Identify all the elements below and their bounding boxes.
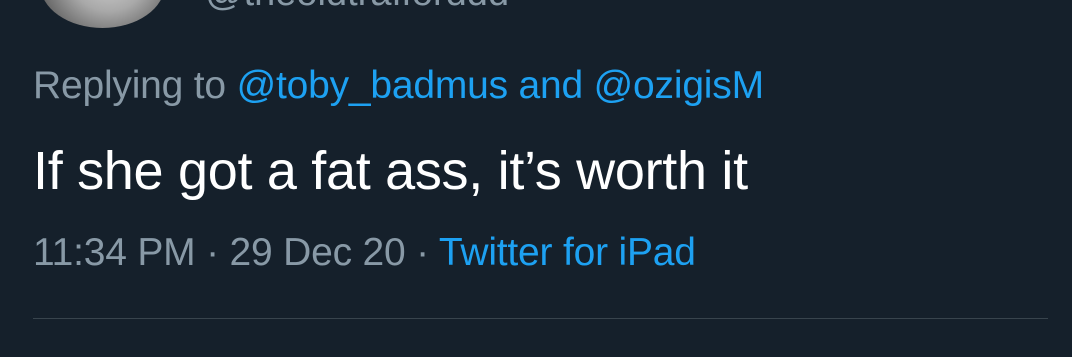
replying-to-label: Replying to: [33, 64, 226, 107]
tweet-time[interactable]: 11:34 PM: [33, 231, 196, 274]
divider: [33, 318, 1048, 319]
tweet-date[interactable]: 29 Dec 20: [230, 231, 406, 274]
mention-link-toby-badmus[interactable]: @toby_badmus: [237, 64, 509, 107]
tweet-meta: 11:34 PM · 29 Dec 20 · Twitter for iPad: [33, 231, 696, 275]
tweet-text: If she got a fat ass, it’s worth it: [33, 141, 748, 201]
meta-separator: ·: [206, 231, 219, 274]
replying-to-line: Replying to @toby_badmus and @ozigisM: [33, 64, 764, 108]
meta-separator: ·: [416, 231, 429, 274]
mention-conjunction[interactable]: and: [519, 64, 584, 107]
author-handle[interactable]: @theoldtrafforddd: [205, 0, 509, 15]
mention-link-ozigism[interactable]: @ozigisM: [594, 64, 764, 107]
author-avatar[interactable]: [40, 0, 165, 28]
tweet-source-link[interactable]: Twitter for iPad: [439, 231, 696, 274]
